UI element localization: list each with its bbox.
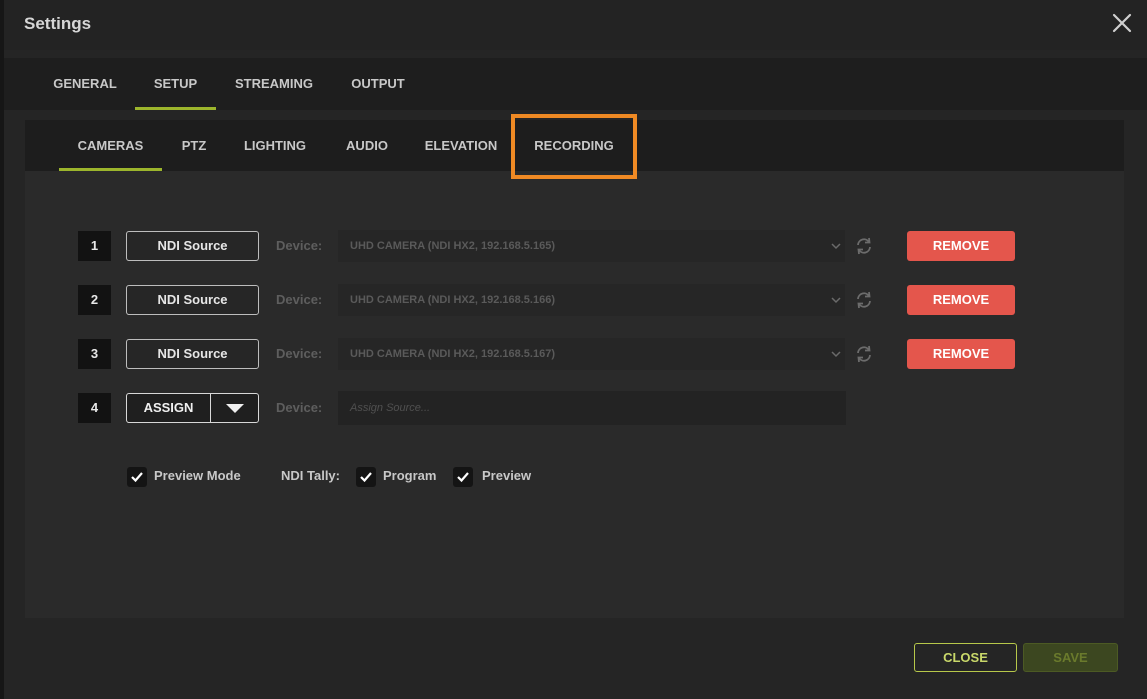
chevron-down-icon [831,243,841,250]
checkmark-icon [457,472,469,483]
dialog-title: Settings [24,14,92,33]
chevron-down-icon [831,351,841,358]
sub-tabs: CAMERAS PTZ LIGHTING AUDIO ELEVATION REC… [25,114,1124,179]
device-input[interactable]: Assign Source... [338,391,846,425]
checkmark-icon [131,472,143,483]
tab-cameras[interactable]: CAMERAS [59,120,162,171]
device-placeholder: Assign Source... [350,402,431,414]
preview-label: Preview [482,468,532,483]
tab-elevation[interactable]: ELEVATION [417,120,505,171]
device-select[interactable]: UHD CAMERA (NDI HX2, 192.168.5.167) [338,338,845,370]
tab-setup[interactable]: SETUP [135,58,216,110]
main-tabs: GENERAL SETUP STREAMING OUTPUT [4,58,1147,110]
tab-audio[interactable]: AUDIO [337,120,397,171]
ndi-source-button[interactable]: NDI Source [126,285,259,315]
recording-highlight-box [511,114,637,179]
preview-mode-label: Preview Mode [154,468,241,483]
tab-output[interactable]: OUTPUT [338,58,418,110]
preview-mode-checkbox[interactable] [127,467,147,487]
preview-checkbox[interactable] [453,467,473,487]
settings-dialog: Settings GENERAL SETUP STREAMING OUTPUT … [0,0,1147,699]
program-label: Program [383,468,437,483]
checkmark-icon [360,472,372,483]
device-select[interactable]: UHD CAMERA (NDI HX2, 192.168.5.165) [338,230,845,262]
device-value: UHD CAMERA (NDI HX2, 192.168.5.165) [350,240,555,252]
camera-row: 4 ASSIGN Device: Assign Source... [25,391,1124,425]
device-label: Device: [276,292,323,307]
device-value: UHD CAMERA (NDI HX2, 192.168.5.166) [350,294,555,306]
assign-label: ASSIGN [127,394,211,422]
tab-lighting[interactable]: LIGHTING [235,120,315,171]
camera-number: 3 [78,339,111,369]
options-row: Preview Mode NDI Tally: Program Preview [25,465,1124,491]
device-select[interactable]: UHD CAMERA (NDI HX2, 192.168.5.166) [338,284,845,316]
close-icon[interactable] [1111,12,1133,34]
save-button[interactable]: SAVE [1023,643,1118,672]
device-value: UHD CAMERA (NDI HX2, 192.168.5.167) [350,348,555,360]
tab-ptz[interactable]: PTZ [171,120,217,171]
caret-down-icon[interactable] [212,394,258,422]
device-label: Device: [276,400,323,415]
ndi-source-button[interactable]: NDI Source [126,231,259,261]
assign-button[interactable]: ASSIGN [126,393,259,423]
title-bar: Settings [4,0,1147,50]
ndi-tally-label: NDI Tally: [281,468,340,483]
refresh-icon[interactable] [854,236,874,256]
camera-number: 1 [78,231,111,261]
tab-streaming[interactable]: STREAMING [224,58,324,110]
device-label: Device: [276,346,323,361]
camera-row: 2 NDI Source Device: UHD CAMERA (NDI HX2… [25,284,1124,316]
remove-button[interactable]: REMOVE [907,339,1015,369]
remove-button[interactable]: REMOVE [907,231,1015,261]
close-button[interactable]: CLOSE [914,643,1017,672]
device-label: Device: [276,238,323,253]
camera-row: 3 NDI Source Device: UHD CAMERA (NDI HX2… [25,338,1124,370]
remove-button[interactable]: REMOVE [907,285,1015,315]
camera-number: 2 [78,285,111,315]
ndi-source-button[interactable]: NDI Source [126,339,259,369]
chevron-down-icon [831,297,841,304]
program-checkbox[interactable] [356,467,376,487]
refresh-icon[interactable] [854,344,874,364]
refresh-icon[interactable] [854,290,874,310]
camera-number: 4 [78,393,111,423]
setup-panel: CAMERAS PTZ LIGHTING AUDIO ELEVATION REC… [25,114,1124,618]
camera-row: 1 NDI Source Device: UHD CAMERA (NDI HX2… [25,230,1124,262]
tab-general[interactable]: GENERAL [40,58,130,110]
